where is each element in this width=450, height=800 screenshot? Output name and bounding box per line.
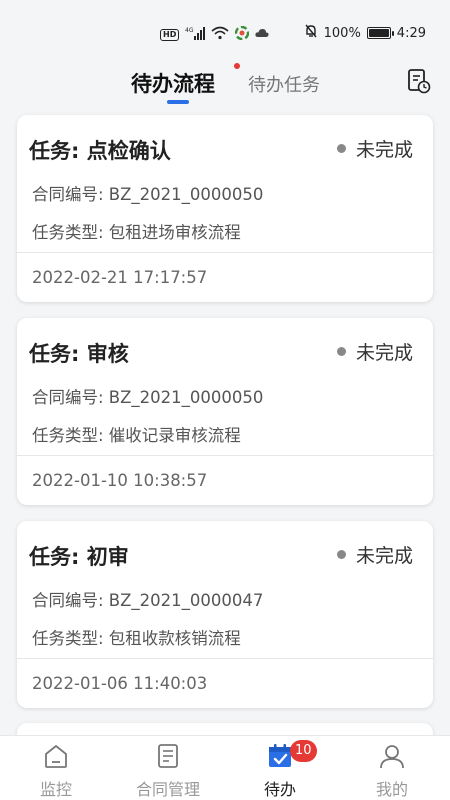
task-type: 任务类型: 催收记录审核流程 <box>32 426 241 445</box>
contract-icon <box>154 742 182 770</box>
wifi-icon <box>211 26 229 44</box>
home-icon <box>42 742 70 770</box>
task-type: 任务类型: 包租收款核销流程 <box>32 629 241 648</box>
task-list[interactable]: 任务: 点检确认 未完成 合同编号: BZ_2021_0000050 任务类型:… <box>0 110 450 735</box>
card-divider <box>17 658 433 659</box>
user-icon <box>378 742 406 770</box>
card-divider <box>17 252 433 253</box>
task-date: 2022-02-21 17:17:57 <box>32 268 208 287</box>
card-divider <box>17 455 433 456</box>
app-notification-icon <box>235 25 250 44</box>
nav-item-contracts[interactable]: 合同管理 <box>112 736 224 800</box>
status-label: 未完成 <box>355 342 413 364</box>
task-card-partial[interactable] <box>17 723 433 735</box>
task-title: 任务: 初审 <box>29 545 129 569</box>
status-bar: HD 4G 100% 4:29 <box>0 0 450 60</box>
contract-number: 合同编号: BZ_2021_0000050 <box>32 185 264 204</box>
signal-icon: 4G <box>185 26 206 44</box>
nav-item-todo[interactable]: 10 待办 <box>224 736 336 800</box>
nav-label: 待办 <box>263 780 296 799</box>
status-dot-icon <box>336 144 346 153</box>
todo-count-badge: 10 <box>290 740 317 762</box>
task-title: 任务: 审核 <box>29 342 129 366</box>
battery-fill <box>368 29 389 37</box>
task-type: 任务类型: 包租进场审核流程 <box>32 223 241 242</box>
status-badge: 未完成 <box>336 338 413 365</box>
hd-icon: HD <box>160 29 180 41</box>
active-tab-indicator <box>167 100 189 104</box>
task-date: 2022-01-06 11:40:03 <box>32 674 208 693</box>
nav-label: 我的 <box>375 780 408 799</box>
tab-pending-workflows[interactable]: 待办流程 <box>131 68 215 98</box>
nav-label: 监控 <box>39 780 72 799</box>
battery-percent: 100% <box>323 25 361 41</box>
status-icons: HD 4G <box>160 25 269 44</box>
cloud-icon <box>255 28 269 42</box>
clock-time: 4:29 <box>396 25 426 41</box>
top-tab-bar: 待办流程 待办任务 <box>0 60 450 110</box>
task-card[interactable]: 任务: 审核 未完成 合同编号: BZ_2021_0000050 任务类型: 催… <box>17 318 433 505</box>
mute-bell-icon <box>304 24 318 42</box>
task-card[interactable]: 任务: 点检确认 未完成 合同编号: BZ_2021_0000050 任务类型:… <box>17 115 433 302</box>
document-clock-icon[interactable] <box>407 68 431 94</box>
status-badge: 未完成 <box>336 541 413 568</box>
contract-number: 合同编号: BZ_2021_0000050 <box>32 388 264 407</box>
task-card[interactable]: 任务: 初审 未完成 合同编号: BZ_2021_0000047 任务类型: 包… <box>17 521 433 708</box>
status-badge: 未完成 <box>336 135 413 162</box>
nav-item-monitor[interactable]: 监控 <box>0 736 112 800</box>
battery-icon <box>366 27 394 39</box>
nav-label: 合同管理 <box>135 780 200 799</box>
status-right: 100% 4:29 <box>304 24 426 42</box>
task-title: 任务: 点检确认 <box>29 139 171 163</box>
status-dot-icon <box>336 550 346 559</box>
svg-text:4G: 4G <box>185 27 194 34</box>
status-label: 未完成 <box>355 139 413 161</box>
tab-new-dot <box>234 63 240 69</box>
bottom-nav: 监控 合同管理 10 待办 我的 <box>0 735 450 800</box>
status-dot-icon <box>336 347 346 356</box>
contract-number: 合同编号: BZ_2021_0000047 <box>32 591 264 610</box>
task-date: 2022-01-10 10:38:57 <box>32 471 208 490</box>
tab-pending-tasks[interactable]: 待办任务 <box>248 71 320 97</box>
nav-item-mine[interactable]: 我的 <box>336 736 448 800</box>
status-label: 未完成 <box>355 545 413 567</box>
